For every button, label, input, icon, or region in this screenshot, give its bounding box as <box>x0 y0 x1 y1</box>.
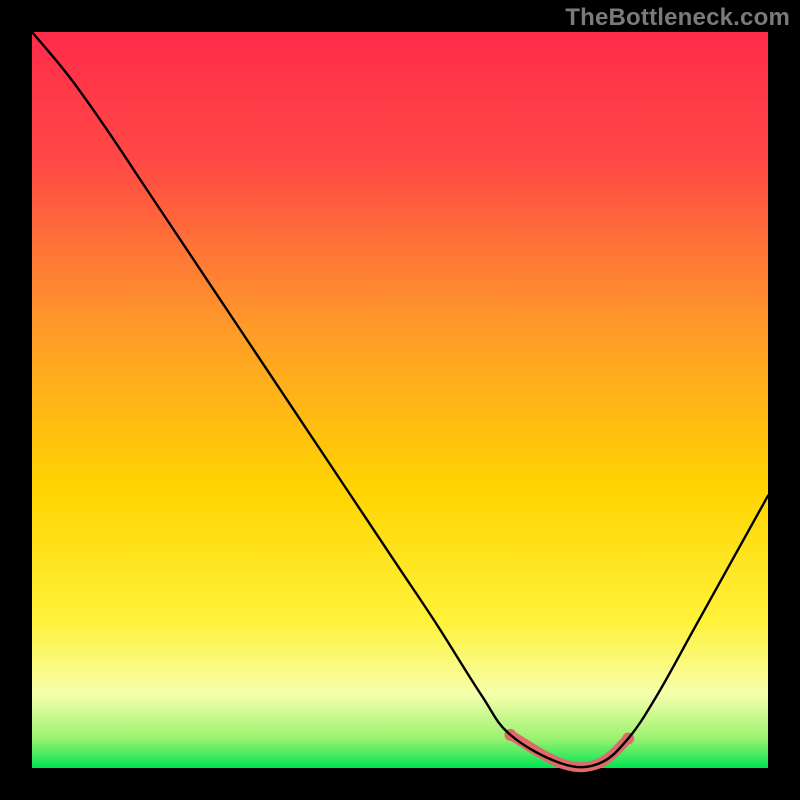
bottleneck-chart <box>0 0 800 800</box>
chart-container: TheBottleneck.com <box>0 0 800 800</box>
watermark-text: TheBottleneck.com <box>565 4 790 32</box>
plot-area <box>32 32 768 768</box>
